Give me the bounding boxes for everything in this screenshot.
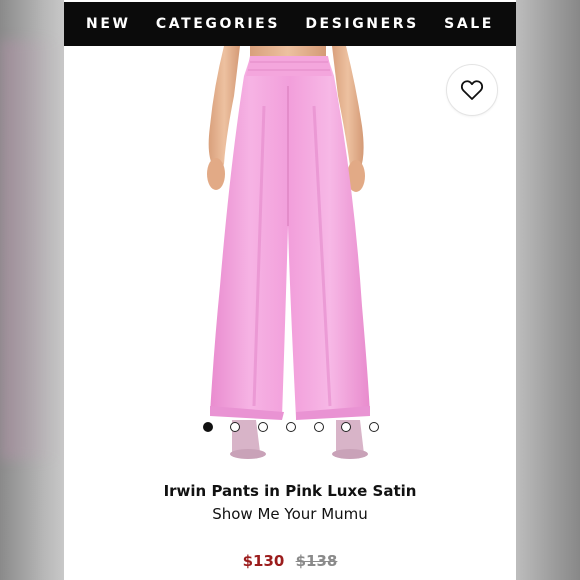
background-pink-glow	[0, 40, 58, 460]
carousel-dot-5[interactable]	[314, 422, 324, 432]
top-navigation: NEW CATEGORIES DESIGNERS SALE	[64, 2, 516, 46]
carousel-dot-1[interactable]	[203, 422, 213, 432]
product-photo-illustration	[207, 46, 370, 459]
carousel-dot-4[interactable]	[286, 422, 296, 432]
nav-item-categories[interactable]: CATEGORIES	[156, 16, 280, 32]
wishlist-button[interactable]	[446, 64, 498, 116]
nav-item-new[interactable]: NEW	[86, 16, 131, 32]
background-right	[516, 0, 580, 580]
carousel-dot-2[interactable]	[230, 422, 240, 432]
carousel-dot-3[interactable]	[258, 422, 268, 432]
original-price: $138	[295, 552, 338, 570]
price-block: $130 $138	[64, 552, 516, 570]
app-screen: NEW CATEGORIES DESIGNERS SALE Irwin Pant…	[64, 0, 516, 580]
carousel-dot-7[interactable]	[369, 422, 379, 432]
nav-item-designers[interactable]: DESIGNERS	[305, 16, 419, 32]
nav-item-sale[interactable]: SALE	[444, 16, 494, 32]
sale-price: $130	[242, 552, 285, 570]
carousel-dot-6[interactable]	[341, 422, 351, 432]
image-carousel-dots	[64, 421, 516, 433]
product-title: Irwin Pants in Pink Luxe Satin	[163, 482, 417, 500]
product-image[interactable]	[64, 46, 516, 466]
product-brand[interactable]: Show Me Your Mumu	[64, 505, 516, 523]
heart-outline-icon	[460, 80, 484, 100]
